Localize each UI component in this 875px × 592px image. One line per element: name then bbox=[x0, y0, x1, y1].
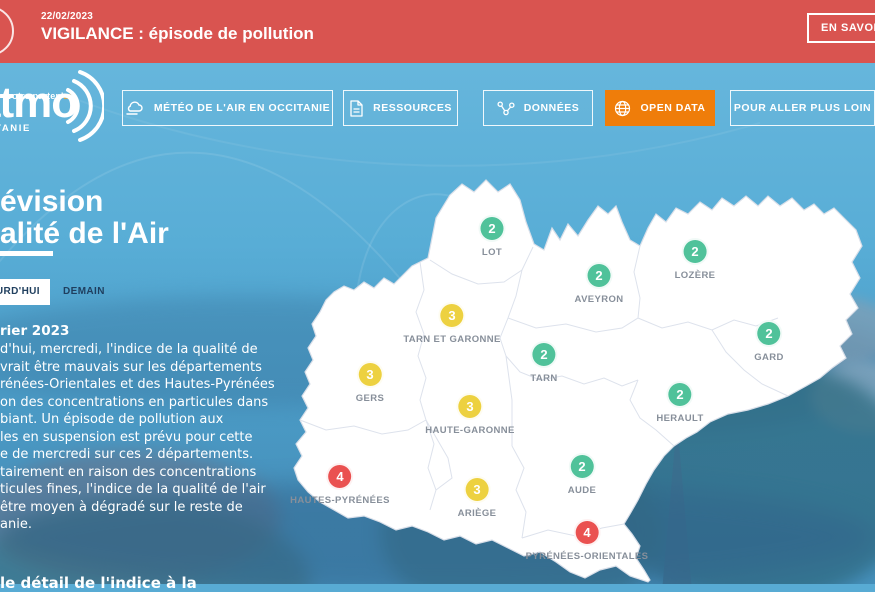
nav-ressources-button[interactable]: RESSOURCES bbox=[343, 90, 458, 126]
aqi-badge[interactable]: 4 bbox=[326, 463, 353, 490]
title-underline bbox=[0, 251, 53, 256]
forecast-text-line: anie. bbox=[0, 516, 275, 534]
forecast-text-line: vrait être mauvais sur les départements bbox=[0, 359, 275, 377]
aqi-badge[interactable]: 2 bbox=[667, 381, 694, 408]
aqi-badge[interactable]: 2 bbox=[479, 215, 506, 242]
tab-demain[interactable]: DEMAIN bbox=[63, 279, 105, 305]
nav-meteo-button[interactable]: MÉTÉO DE L'AIR EN OCCITANIE bbox=[122, 90, 333, 126]
department-label: AUDE bbox=[568, 485, 596, 496]
department-marker[interactable]: 2 AVEYRON bbox=[575, 262, 624, 305]
main-nav: votre parten'air atmo OCCITANIE MÉTÉO DE… bbox=[0, 63, 875, 143]
nav-donnees-button[interactable]: DONNÉES bbox=[483, 90, 593, 126]
department-label: AVEYRON bbox=[575, 294, 624, 305]
tab-aujourdhui[interactable]: URD'HUI bbox=[0, 279, 50, 305]
department-marker[interactable]: 2 LOT bbox=[479, 215, 506, 258]
cloud-icon bbox=[125, 101, 145, 116]
logo-region: OCCITANIE bbox=[0, 123, 31, 134]
department-label: GERS bbox=[356, 393, 384, 404]
forecast-text-line: ticules fines, l'indice de la qualité de… bbox=[0, 481, 275, 499]
department-marker[interactable]: 4 PYRÉNÉES-ORIENTALES bbox=[526, 519, 649, 562]
department-label: TARN ET GARONNE bbox=[403, 334, 500, 345]
forecast-text-line: e de mercredi sur ces 2 départements. bbox=[0, 446, 275, 464]
department-marker[interactable]: 3 TARN ET GARONNE bbox=[403, 302, 500, 345]
forecast-body: d'hui, mercredi, l'indice de la qualité … bbox=[0, 341, 275, 534]
logo-waves-icon bbox=[52, 68, 104, 146]
forecast-text-line: tairement en raison des concentrations bbox=[0, 464, 275, 482]
department-marker[interactable]: 3 GERS bbox=[356, 361, 384, 404]
department-marker[interactable]: 3 HAUTE-GARONNE bbox=[425, 393, 514, 436]
forecast-footer-heading: le détail de l'indice à la bbox=[0, 574, 197, 592]
aqi-badge[interactable]: 2 bbox=[756, 320, 783, 347]
department-label: GARD bbox=[754, 352, 784, 363]
forecast-text-line: rénées-Orientales et des Hautes-Pyrénées bbox=[0, 376, 275, 394]
department-label: HERAULT bbox=[656, 413, 703, 424]
forecast-title: évision alité de l'Air bbox=[0, 186, 169, 250]
aqi-badge[interactable]: 3 bbox=[463, 476, 490, 503]
forecast-text-line: être moyen à dégradé sur le reste de bbox=[0, 499, 275, 517]
document-icon bbox=[349, 100, 364, 117]
forecast-text-line: biant. Un épisode de pollution aux bbox=[0, 411, 275, 429]
aqi-badge[interactable]: 3 bbox=[456, 393, 483, 420]
alert-date: 22/02/2023 bbox=[41, 11, 93, 22]
department-label: ARIÈGE bbox=[458, 508, 497, 519]
department-marker[interactable]: 2 TARN bbox=[530, 341, 557, 384]
aqi-badge[interactable]: 3 bbox=[438, 302, 465, 329]
aqi-badge[interactable]: 2 bbox=[682, 238, 709, 265]
department-label: PYRÉNÉES-ORIENTALES bbox=[526, 551, 649, 562]
department-label: HAUTE-GARONNE bbox=[425, 425, 514, 436]
aqi-badge[interactable]: 3 bbox=[356, 361, 383, 388]
department-label: LOZÈRE bbox=[675, 270, 716, 281]
nav-pour-aller-plus-loin-button[interactable]: POUR ALLER PLUS LOIN bbox=[730, 90, 875, 126]
alert-title: VIGILANCE : épisode de pollution bbox=[41, 24, 314, 44]
forecast-text-line: on des concentrations en particules dans bbox=[0, 394, 275, 412]
aqi-badge[interactable]: 2 bbox=[530, 341, 557, 368]
alert-banner: 22/02/2023 VIGILANCE : épisode de pollut… bbox=[0, 0, 875, 63]
aqi-badge[interactable]: 2 bbox=[568, 453, 595, 480]
network-icon bbox=[497, 101, 515, 116]
forecast-date-heading: rier 2023 bbox=[0, 323, 69, 339]
forecast-text-line: les en suspension est prévu pour cette bbox=[0, 429, 275, 447]
department-label: TARN bbox=[530, 373, 557, 384]
department-marker[interactable]: 2 LOZÈRE bbox=[675, 238, 716, 281]
department-marker[interactable]: 2 GARD bbox=[754, 320, 784, 363]
department-marker[interactable]: 3 ARIÈGE bbox=[458, 476, 497, 519]
department-marker[interactable]: 2 AUDE bbox=[568, 453, 596, 496]
department-marker[interactable]: 2 HERAULT bbox=[656, 381, 703, 424]
nav-open-data-button[interactable]: OPEN DATA bbox=[605, 90, 715, 126]
aqi-badge[interactable]: 4 bbox=[574, 519, 601, 546]
globe-icon bbox=[614, 100, 631, 117]
department-label: LOT bbox=[482, 247, 502, 258]
forecast-text-line: d'hui, mercredi, l'indice de la qualité … bbox=[0, 341, 275, 359]
aqi-badge[interactable]: 2 bbox=[586, 262, 613, 289]
en-savoir-button[interactable]: EN SAVOIR bbox=[807, 13, 875, 43]
alert-circle-decoration bbox=[0, 6, 14, 56]
